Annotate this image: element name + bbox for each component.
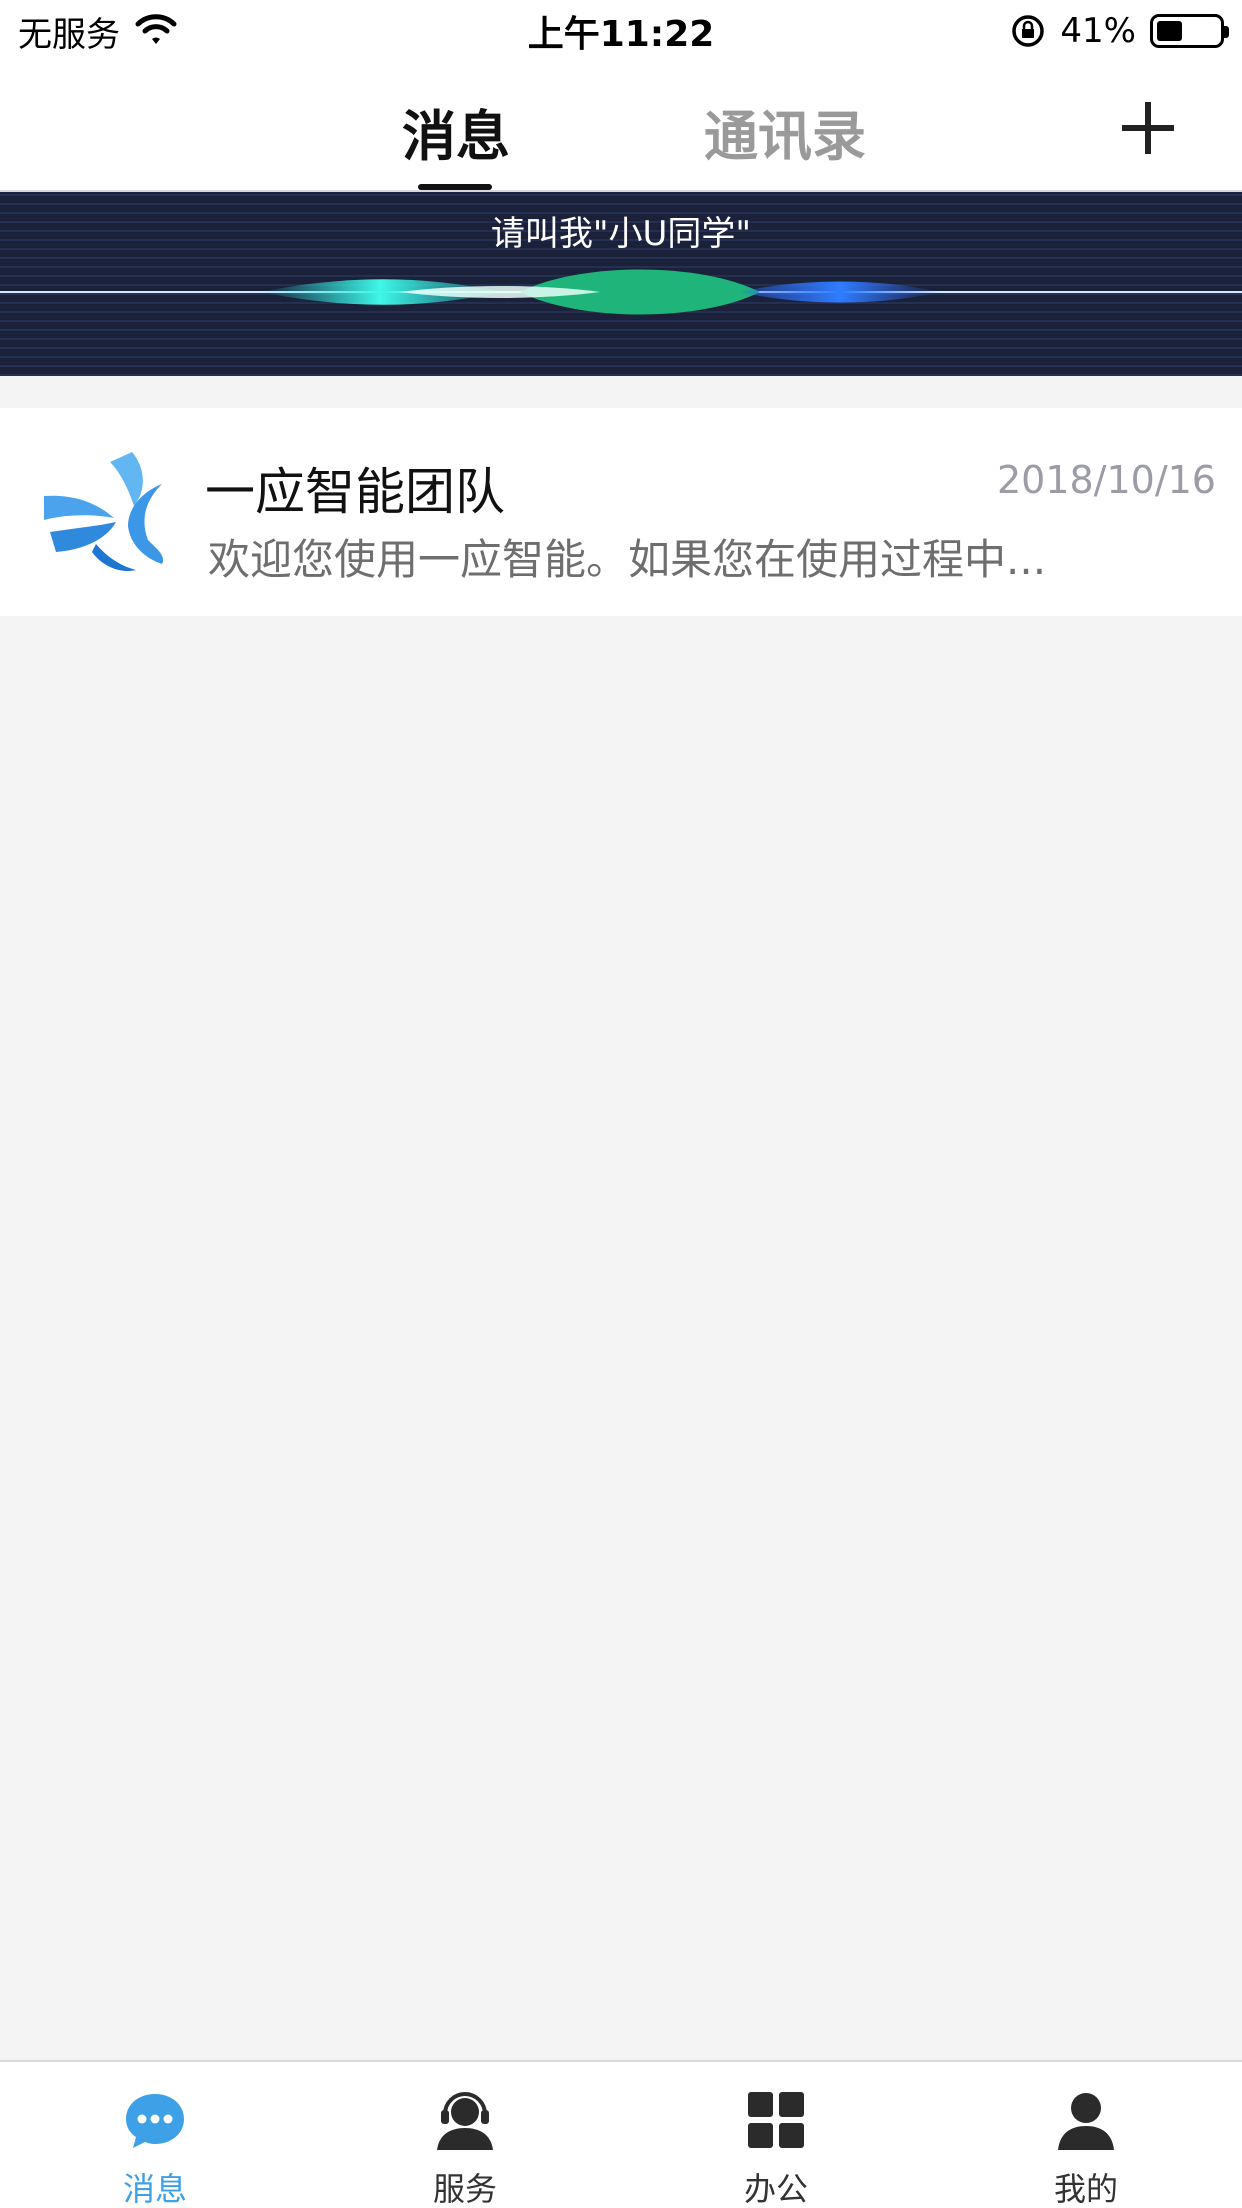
message-list-item[interactable]: 一应智能团队 2018/10/16 欢迎您使用一应智能。如果您在使用过程中... — [0, 408, 1242, 616]
tabbar-item-office[interactable]: 办公 — [676, 2062, 876, 2208]
active-tab-indicator — [418, 184, 492, 190]
wifi-icon — [135, 14, 177, 44]
chat-bubble-icon — [126, 2094, 184, 2148]
tabbar-item-me[interactable]: 我的 — [986, 2062, 1186, 2208]
headset-icon — [437, 2092, 493, 2150]
rotation-lock-icon — [1012, 15, 1045, 47]
plus-icon[interactable] — [1118, 98, 1178, 158]
status-right: 41% — [1010, 11, 1229, 51]
tabbar-item-services[interactable]: 服务 — [365, 2062, 565, 2208]
battery-percent: 41% — [1060, 11, 1136, 51]
grid-icon — [748, 2092, 804, 2148]
message-sender: 一应智能团队 — [205, 463, 505, 521]
tabbar-label-me: 我的 — [1053, 2170, 1118, 2208]
tabbar-label-messages: 消息 — [122, 2170, 187, 2208]
yiying-logo-icon — [44, 452, 164, 572]
header: 消息 通讯录 — [0, 62, 1242, 192]
carrier-label: 无服务 — [18, 14, 120, 55]
message-preview: 欢迎您使用一应智能。如果您在使用过程中... — [208, 535, 1047, 584]
message-time: 2018/10/16 — [996, 458, 1216, 502]
voice-assistant-banner[interactable]: 请叫我"小U同学" — [0, 192, 1242, 376]
voice-prompt: 请叫我"小U同学" — [490, 214, 752, 254]
tab-contacts[interactable]: 通讯录 — [704, 92, 866, 171]
tabbar-label-services: 服务 — [432, 2170, 497, 2208]
status-left: 无服务 — [18, 7, 178, 56]
voice-wave-icon — [0, 269, 1242, 315]
tabbar-item-messages[interactable]: 消息 — [55, 2062, 255, 2208]
bottom-tab-bar: 消息 服务 办公 我的 — [0, 2060, 1242, 2208]
tab-messages[interactable]: 消息 — [402, 92, 510, 171]
tabbar-label-office: 办公 — [743, 2170, 808, 2208]
status-bar: 无服务 上午11:22 41% — [0, 0, 1242, 62]
person-icon — [1058, 2093, 1114, 2150]
page: 无服务 上午11:22 41% 消息 通讯录 请叫我"小U同学" 一应智能团队 … — [0, 0, 1242, 2208]
battery-icon — [1150, 14, 1229, 48]
battery-fill — [1157, 21, 1182, 41]
